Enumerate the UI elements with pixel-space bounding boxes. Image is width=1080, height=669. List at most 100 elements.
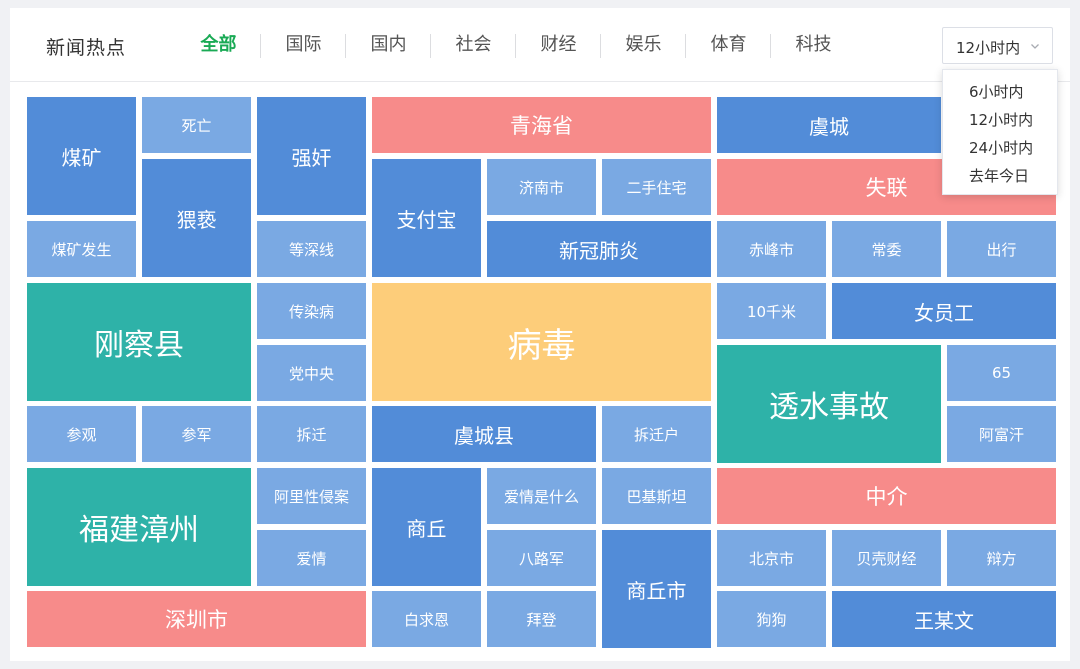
treemap-cell-label: 煤矿	[61, 145, 102, 170]
treemap-cell[interactable]: 等深线	[257, 221, 366, 277]
tab-4[interactable]: 财经	[516, 32, 601, 58]
treemap-cell[interactable]: 女员工	[832, 283, 1056, 339]
tab-separator	[685, 34, 686, 58]
treemap-cell[interactable]: 刚察县	[27, 283, 251, 401]
tab-separator	[345, 34, 346, 58]
treemap-cell[interactable]: 65	[947, 345, 1056, 401]
treemap-cell[interactable]: 阿富汗	[947, 406, 1056, 462]
treemap-cell[interactable]: 强奸	[257, 97, 366, 215]
treemap-cell[interactable]: 商丘	[372, 468, 481, 586]
treemap-cell-label: 猥亵	[176, 207, 217, 232]
treemap-cell-label: 巴基斯坦	[626, 487, 687, 506]
dropdown-option-3[interactable]: 去年今日	[943, 162, 1059, 190]
treemap-cell[interactable]: 八路军	[487, 530, 596, 586]
tab-7[interactable]: 科技	[771, 32, 856, 58]
treemap-cell[interactable]: 爱情是什么	[487, 468, 596, 524]
treemap-cell[interactable]: 虞城县	[372, 406, 596, 462]
treemap-cell-label: 常委	[871, 240, 902, 259]
treemap-cell-label: 福建漳州	[79, 513, 199, 548]
treemap-cell[interactable]: 拆迁	[257, 406, 366, 462]
tab-separator	[600, 34, 601, 58]
header-bar: 新闻热点 全部 国际 国内 社会 财经 娱乐 体育 科技 12小时内	[10, 8, 1070, 82]
treemap-cell[interactable]: 阿里性侵案	[257, 468, 366, 524]
treemap-cell-label: 赤峰市	[748, 240, 794, 259]
treemap-cell-label: 病毒	[507, 325, 576, 366]
treemap-cell[interactable]: 贝壳财经	[832, 530, 941, 586]
time-range-select[interactable]: 12小时内	[942, 27, 1053, 64]
dropdown-option-0[interactable]: 6小时内	[943, 78, 1059, 106]
tab-3[interactable]: 社会	[431, 32, 516, 58]
treemap-cell-label: 等深线	[288, 240, 334, 259]
treemap-cell-label: 阿富汗	[978, 425, 1024, 444]
tab-2[interactable]: 国内	[346, 32, 431, 58]
treemap-cell[interactable]: 白求恩	[372, 591, 481, 647]
treemap-cell-label: 深圳市	[165, 608, 228, 632]
treemap-cell-label: 参军	[181, 425, 212, 444]
treemap-cell[interactable]: 拜登	[487, 591, 596, 647]
treemap-cell-label: 新冠肺炎	[559, 238, 639, 263]
treemap-cell-label: 失联	[865, 176, 908, 200]
treemap-cell[interactable]: 病毒	[372, 283, 711, 401]
treemap-cell-label: 10千米	[746, 302, 797, 321]
tab-6[interactable]: 体育	[686, 32, 771, 58]
treemap-cell-label: 王某文	[914, 608, 974, 633]
treemap-cell[interactable]: 辩方	[947, 530, 1056, 586]
treemap-cell-label: 爱情是什么	[503, 487, 579, 506]
treemap-cell[interactable]: 参军	[142, 406, 251, 462]
treemap-cell[interactable]: 党中央	[257, 345, 366, 401]
treemap-cell[interactable]: 济南市	[487, 159, 596, 215]
treemap-cell-label: 刚察县	[94, 328, 184, 363]
tab-separator	[260, 34, 261, 58]
treemap-cell-label: 煤矿发生	[51, 240, 112, 259]
treemap-cell[interactable]: 二手住宅	[602, 159, 711, 215]
treemap-cell[interactable]: 王某文	[832, 591, 1056, 647]
treemap-cell-label: 传染病	[288, 302, 334, 321]
treemap-cell-label: 拆迁户	[633, 425, 679, 444]
dropdown-option-1[interactable]: 12小时内	[943, 106, 1059, 134]
treemap-cell-label: 女员工	[914, 300, 974, 325]
treemap-cell[interactable]: 深圳市	[27, 591, 366, 647]
treemap-cell[interactable]: 10千米	[717, 283, 826, 339]
treemap-cell[interactable]: 支付宝	[372, 159, 481, 277]
treemap-cell-label: 中介	[865, 485, 908, 509]
treemap-cell-label: 商丘	[406, 516, 447, 541]
tab-separator	[770, 34, 771, 58]
tab-1[interactable]: 国际	[261, 32, 346, 58]
treemap-cell-label: 北京市	[748, 549, 794, 568]
treemap-cell[interactable]: 新冠肺炎	[487, 221, 711, 277]
treemap-cell-label: 拜登	[526, 610, 557, 629]
treemap-cell[interactable]: 中介	[717, 468, 1056, 524]
treemap-cell[interactable]: 煤矿发生	[27, 221, 136, 277]
treemap-cell-label: 65	[991, 364, 1012, 382]
treemap-cell[interactable]: 猥亵	[142, 159, 251, 277]
treemap-cell-label: 支付宝	[396, 207, 457, 232]
treemap-cell[interactable]: 参观	[27, 406, 136, 462]
tab-5[interactable]: 娱乐	[601, 32, 686, 58]
treemap-cell-label: 死亡	[181, 116, 212, 135]
treemap-cell[interactable]: 煤矿	[27, 97, 136, 215]
treemap-cell[interactable]: 拆迁户	[602, 406, 711, 462]
treemap-cell-label: 青海省	[510, 114, 573, 138]
treemap-cell-label: 党中央	[288, 364, 334, 383]
treemap-cell[interactable]: 透水事故	[717, 345, 941, 463]
dropdown-option-2[interactable]: 24小时内	[943, 134, 1059, 162]
treemap-cell[interactable]: 狗狗	[717, 591, 826, 647]
treemap-cell[interactable]: 死亡	[142, 97, 251, 153]
treemap-cell[interactable]: 爱情	[257, 530, 366, 586]
treemap-cell-label: 商丘市	[626, 578, 687, 603]
treemap-cell[interactable]: 北京市	[717, 530, 826, 586]
treemap-cell[interactable]: 商丘市	[602, 530, 711, 648]
treemap-cell[interactable]: 出行	[947, 221, 1056, 277]
treemap-cell[interactable]: 青海省	[372, 97, 711, 153]
treemap-cell[interactable]: 常委	[832, 221, 941, 277]
treemap-cell[interactable]: 赤峰市	[717, 221, 826, 277]
treemap-cell-label: 爱情	[296, 549, 327, 568]
tab-0[interactable]: 全部	[176, 32, 261, 58]
treemap-cell-label: 出行	[986, 240, 1017, 259]
treemap-cell[interactable]: 巴基斯坦	[602, 468, 711, 524]
treemap-cell[interactable]: 虞城	[717, 97, 941, 153]
treemap-cell-label: 白求恩	[403, 610, 449, 629]
treemap-cell-label: 八路军	[518, 549, 564, 568]
treemap-cell[interactable]: 福建漳州	[27, 468, 251, 586]
treemap-cell[interactable]: 传染病	[257, 283, 366, 339]
